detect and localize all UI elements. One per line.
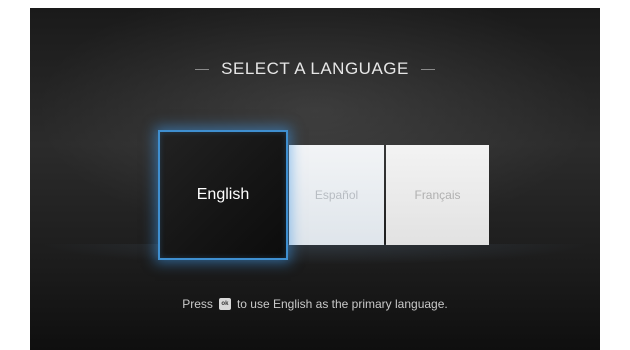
- page-title: SELECT A LANGUAGE: [221, 59, 409, 78]
- hint-text-after: to use English as the primary language.: [236, 297, 448, 311]
- heading-rule-left: [195, 68, 210, 70]
- instruction-hint: Press ok to use English as the primary l…: [30, 297, 600, 311]
- language-tile-label: Español: [314, 188, 359, 202]
- language-select-screen: SELECT A LANGUAGE English Español França…: [30, 8, 600, 350]
- heading-rule-right: [420, 68, 435, 70]
- heading-row: SELECT A LANGUAGE: [30, 58, 600, 80]
- language-tile-label: English: [196, 186, 250, 203]
- language-tile-label: Français: [414, 188, 461, 202]
- language-tile-espanol[interactable]: Español: [289, 145, 384, 245]
- language-tile-francais[interactable]: Français: [386, 145, 489, 245]
- language-tile-english[interactable]: English: [158, 130, 288, 260]
- hint-text-before: Press: [182, 297, 213, 311]
- ok-key-icon: ok: [218, 298, 231, 310]
- language-tiles: English Español Français: [30, 130, 600, 260]
- ok-key-glyph: ok: [221, 301, 229, 307]
